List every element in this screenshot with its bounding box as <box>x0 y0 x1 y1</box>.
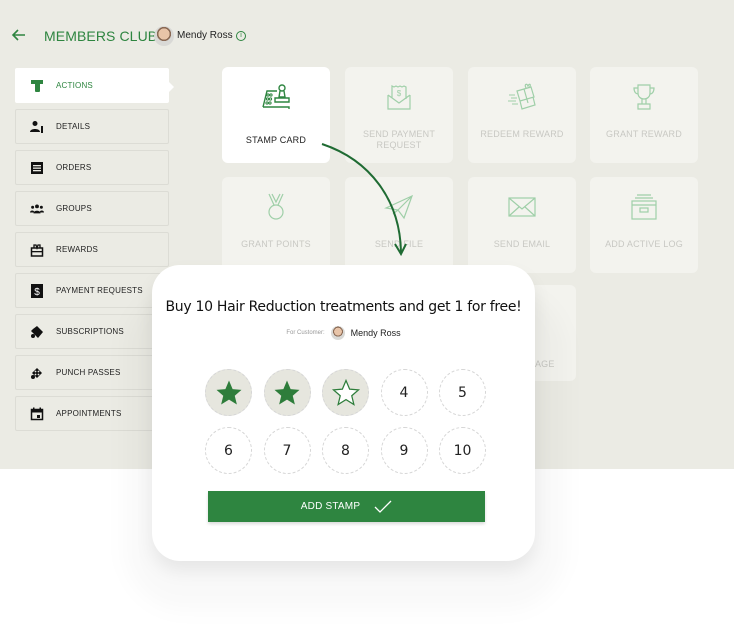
stamp-slot-5[interactable]: 5 <box>439 369 486 416</box>
stamp-slot-9[interactable]: 9 <box>380 427 428 474</box>
stamp-card-modal: Buy 10 Hair Reduction treatments and get… <box>152 265 535 561</box>
tile-stamp-card[interactable]: STAMP CARD <box>222 67 330 163</box>
member-name: Mendy Ross <box>177 30 233 41</box>
sidebar-item-label: APPOINTMENTS <box>56 409 122 418</box>
sidebar-item-label: DETAILS <box>56 122 91 131</box>
add-stamp-button[interactable]: ADD STAMP <box>208 491 485 522</box>
gift-icon <box>508 83 536 110</box>
stamp-slot-2[interactable] <box>263 369 311 416</box>
avatar <box>154 26 174 46</box>
trophy-icon <box>633 84 655 110</box>
stamp-card-icon <box>262 84 290 109</box>
customer-name: Mendy Ross <box>350 328 401 338</box>
sidebar-item-label: PAYMENT REQUESTS <box>56 286 143 295</box>
sidebar-item-label: REWARDS <box>56 245 98 254</box>
medal-icon <box>268 193 284 220</box>
stamp-slot-6[interactable]: 6 <box>205 427 252 474</box>
list-icon <box>30 161 44 175</box>
user-info-icon <box>30 120 44 134</box>
star-filled-icon <box>274 380 300 404</box>
checkmark-icon <box>374 500 392 513</box>
tile-send-file[interactable]: SEND FILE <box>345 177 453 273</box>
info-icon[interactable]: i <box>236 31 246 41</box>
tile-label: STAMP CARD <box>245 135 307 145</box>
calendar-icon <box>30 407 44 421</box>
stamp-slot-7[interactable]: 7 <box>263 427 311 474</box>
tile-label: REDEEM REWARD <box>480 129 564 139</box>
sidebar-item-label: ORDERS <box>56 163 92 172</box>
tile-add-active-log[interactable]: ADD ACTIVE LOG <box>590 177 698 273</box>
tile-label: GRANT POINTS <box>241 239 311 249</box>
gift-box-icon <box>30 243 44 257</box>
svg-text:$: $ <box>34 287 40 298</box>
add-stamp-label: ADD STAMP <box>300 501 361 512</box>
dollar-icon: $ <box>30 283 44 298</box>
tile-send-payment-request[interactable]: $ SEND PAYMENT REQUEST <box>345 67 453 163</box>
customer-row: For Customer: Mendy Ross <box>152 326 535 340</box>
sidebar-item-actions[interactable]: ACTIONS <box>15 68 174 103</box>
tile-grant-reward[interactable]: GRANT REWARD <box>590 67 698 163</box>
sidebar-item-label: SUBSCRIPTIONS <box>56 327 124 336</box>
stamp-slot-1[interactable] <box>205 369 252 416</box>
tile-redeem-reward[interactable]: REDEEM REWARD <box>468 67 576 163</box>
stamp-slot-4[interactable]: 4 <box>380 369 428 416</box>
tile-label: SEND EMAIL <box>493 239 551 249</box>
customer-label: For Customer: <box>286 330 325 336</box>
tile-grant-points[interactable]: GRANT POINTS <box>222 177 330 273</box>
customer-avatar <box>330 326 345 340</box>
tile-label: ADD ACTIVE LOG <box>605 239 683 249</box>
sidebar-item-rewards[interactable]: REWARDS <box>15 232 169 267</box>
arrow-left-icon[interactable] <box>10 26 28 44</box>
group-icon <box>30 202 44 216</box>
hand-coin-icon <box>30 79 44 93</box>
tile-label: SEND FILE <box>374 239 424 249</box>
stamp-slot-3[interactable] <box>322 369 369 416</box>
sidebar-item-label: GROUPS <box>56 204 92 213</box>
stamp-grid: 4 5 6 7 8 9 10 <box>205 369 486 474</box>
svg-text:$: $ <box>397 89 402 98</box>
star-filled-icon <box>216 380 241 404</box>
sidebar-item-label: ACTIONS <box>56 81 93 90</box>
paper-plane-icon <box>383 194 414 220</box>
sidebar-item-details[interactable]: DETAILS <box>15 109 169 144</box>
tile-label: SEND PAYMENT REQUEST <box>362 129 436 150</box>
tag-icon <box>30 325 44 339</box>
tile-send-email[interactable]: SEND EMAIL <box>468 177 576 273</box>
payment-envelope-icon: $ <box>387 85 411 110</box>
stamp-slot-8[interactable]: 8 <box>322 427 369 474</box>
envelope-icon <box>508 197 536 217</box>
sidebar-item-groups[interactable]: GROUPS <box>15 191 169 226</box>
tile-label: GRANT REWARD <box>606 129 682 139</box>
stamp-card-title: Buy 10 Hair Reduction treatments and get… <box>165 299 522 315</box>
sidebar-item-orders[interactable]: ORDERS <box>15 150 169 185</box>
sidebar-item-label: PUNCH PASSES <box>56 368 121 377</box>
archive-box-icon <box>631 194 657 220</box>
punch-pass-icon <box>30 366 44 380</box>
star-outline-icon <box>331 378 360 406</box>
header: MEMBERS CLUB Mendy Ross i <box>0 22 400 50</box>
stamp-slot-10[interactable]: 10 <box>439 427 486 474</box>
page-title: MEMBERS CLUB <box>44 28 158 44</box>
